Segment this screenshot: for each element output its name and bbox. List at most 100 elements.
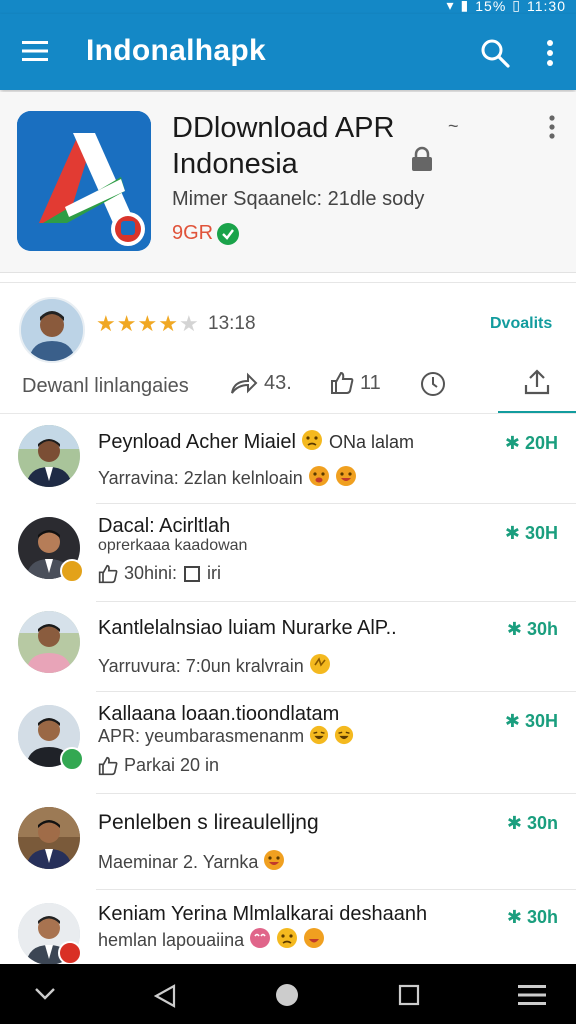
clock-time: 11:30 bbox=[527, 0, 566, 14]
app-name-line-1: DDlownload APR bbox=[172, 112, 395, 144]
item-time-text: 30h bbox=[526, 907, 558, 927]
star-icon: ★ bbox=[137, 311, 158, 336]
divider bbox=[96, 601, 576, 602]
asterisk-icon: ✱ bbox=[504, 711, 525, 731]
item-time: ✱ 30n bbox=[507, 813, 558, 834]
tab-languages[interactable]: Dewanl linlangaies bbox=[22, 375, 189, 398]
app-subtitle: Mimer Sqaanelc: 21dle sody bbox=[172, 188, 425, 210]
item-time: ✱ 30H bbox=[505, 523, 558, 544]
app-logo-icon[interactable] bbox=[17, 111, 151, 251]
asterisk-icon: ✱ bbox=[506, 907, 527, 927]
angry-emoji-icon bbox=[308, 466, 329, 486]
back-icon[interactable] bbox=[154, 984, 176, 1008]
item-subtitle-text: APR: yeumbarasmenanm bbox=[98, 726, 305, 746]
item-subtitle: Yarruvura: 7:0un kralvrain bbox=[98, 653, 331, 677]
thumbs-up-icon bbox=[331, 371, 354, 394]
status-badge bbox=[60, 747, 84, 771]
status-badge bbox=[58, 941, 82, 965]
list-item[interactable]: Keniam Yerina Mlmlalkarai deshaanh hemla… bbox=[0, 891, 576, 965]
item-time: ✱ 30H bbox=[505, 711, 558, 732]
list-item[interactable]: Peynload Acher Miaiel ONa lalam Yarravin… bbox=[0, 423, 576, 505]
item-time-text: 30n bbox=[526, 813, 558, 833]
item-title: Keniam Yerina Mlmlalkarai deshaanh bbox=[98, 903, 428, 925]
thumbs-up-icon bbox=[98, 756, 118, 775]
item-title-suffix: ONa lalam bbox=[329, 432, 415, 452]
asterisk-icon: ✱ bbox=[506, 619, 527, 639]
overflow-menu-icon[interactable] bbox=[540, 38, 560, 68]
star-empty-icon: ★ bbox=[178, 311, 199, 336]
item-subtitle-text: Maeminar 2. Yarnka bbox=[98, 852, 259, 872]
item-title: Kantlelalnsiao luiam Nurarke AlP.. bbox=[98, 617, 397, 639]
app-name-line-2: Indonesia bbox=[172, 148, 298, 180]
item-meta-likes: Parkai 20 in bbox=[124, 755, 220, 775]
avatar bbox=[18, 611, 80, 673]
avatar bbox=[18, 807, 80, 869]
share-button[interactable]: 43. bbox=[230, 371, 292, 395]
menu-lines-icon[interactable] bbox=[518, 984, 546, 1006]
chevron-down-icon[interactable] bbox=[34, 986, 56, 1002]
star-icon: ★ bbox=[158, 311, 178, 336]
item-time-text: 30h bbox=[526, 619, 558, 639]
laugh-emoji-icon bbox=[310, 725, 329, 745]
search-icon[interactable] bbox=[480, 38, 510, 68]
tilde-icon: ~ bbox=[448, 116, 459, 136]
list-item[interactable]: Kantlelalnsiao luiam Nurarke AlP.. Yarru… bbox=[0, 603, 576, 692]
like-count: 11 bbox=[360, 371, 381, 394]
love-emoji-icon bbox=[250, 928, 271, 948]
history-clock-icon[interactable] bbox=[420, 371, 446, 397]
header-more-icon[interactable] bbox=[542, 114, 562, 142]
star-icon: ★ bbox=[116, 311, 137, 336]
hamburger-menu-icon[interactable] bbox=[22, 40, 48, 62]
item-time: ✱ 20H bbox=[505, 433, 558, 454]
recents-icon[interactable] bbox=[398, 984, 420, 1006]
item-time: ✱ 30h bbox=[507, 907, 558, 928]
tab-upload[interactable] bbox=[498, 363, 576, 414]
lock-icon bbox=[412, 146, 432, 171]
user-avatar[interactable] bbox=[19, 297, 85, 363]
item-title: Peynload Acher Miaiel ONa lalam bbox=[98, 429, 414, 454]
app-header-card: DDlownload APR Indonesia ~ Mimer Sqaanel… bbox=[0, 92, 576, 273]
avatar bbox=[18, 425, 80, 487]
downloads-link[interactable]: Dvoalits bbox=[490, 315, 552, 333]
wave-emoji-icon bbox=[309, 654, 330, 674]
asterisk-icon: ✱ bbox=[504, 433, 525, 453]
asterisk-icon: ✱ bbox=[504, 523, 525, 543]
item-subtitle: oprerkaaa kaadowan bbox=[98, 537, 248, 554]
divider bbox=[96, 793, 576, 794]
app-count: 9GR bbox=[172, 222, 240, 245]
app-bar-title: Indonalhapk bbox=[86, 34, 266, 67]
battery-icon: ▯ bbox=[512, 0, 521, 13]
verified-check-icon bbox=[217, 222, 240, 245]
item-time-text: 20H bbox=[524, 433, 558, 453]
list-item[interactable]: Kallaana loaan.tioondlatam APR: yeumbara… bbox=[0, 693, 576, 794]
smile-emoji-icon bbox=[335, 466, 356, 486]
item-time: ✱ 30h bbox=[507, 619, 558, 640]
share-arrow-icon bbox=[231, 372, 258, 394]
app-name: DDlownload APR Indonesia bbox=[172, 110, 442, 182]
angry-emoji-icon bbox=[302, 430, 323, 450]
item-subtitle-text: hemlan lapouaiina bbox=[98, 930, 245, 950]
like-button[interactable]: 11 bbox=[330, 371, 381, 395]
battery-percent: 15% bbox=[475, 0, 507, 14]
rating-stars: ★ ★ ★ ★ ★ bbox=[96, 311, 199, 337]
list-item[interactable]: Dacal: Acirltlah oprerkaaa kaadowan 30hi… bbox=[0, 507, 576, 603]
app-bar: Indonalhapk bbox=[0, 14, 576, 90]
item-title: Kallaana loaan.tioondlatam bbox=[98, 703, 340, 725]
review-section: ★ ★ ★ ★ ★ 13:18 Dvoalits Dewanl linlanga… bbox=[0, 282, 576, 965]
item-time-text: 30H bbox=[524, 523, 558, 543]
divider bbox=[96, 503, 576, 504]
stats-tabs: Dewanl linlangaies 43. 11 bbox=[0, 363, 576, 414]
item-meta: Parkai 20 in bbox=[98, 755, 219, 776]
thumbs-up-icon bbox=[98, 564, 118, 583]
item-title: Penlelben s lireaulelljng bbox=[98, 811, 319, 834]
wifi-icon: ▾ bbox=[446, 0, 455, 13]
list-item[interactable]: Penlelben s lireaulelljng Maeminar 2. Ya… bbox=[0, 795, 576, 890]
upload-icon bbox=[524, 369, 550, 395]
tabs-divider bbox=[0, 413, 576, 414]
item-subtitle: hemlan lapouaiina bbox=[98, 927, 325, 951]
item-subtitle: Yarravina: 2zlan kelnloain bbox=[98, 465, 357, 489]
item-meta-extra: iri bbox=[207, 563, 222, 583]
rating-value: 13:18 bbox=[208, 313, 256, 334]
smile-emoji-icon bbox=[264, 850, 285, 870]
home-icon[interactable] bbox=[274, 982, 300, 1008]
